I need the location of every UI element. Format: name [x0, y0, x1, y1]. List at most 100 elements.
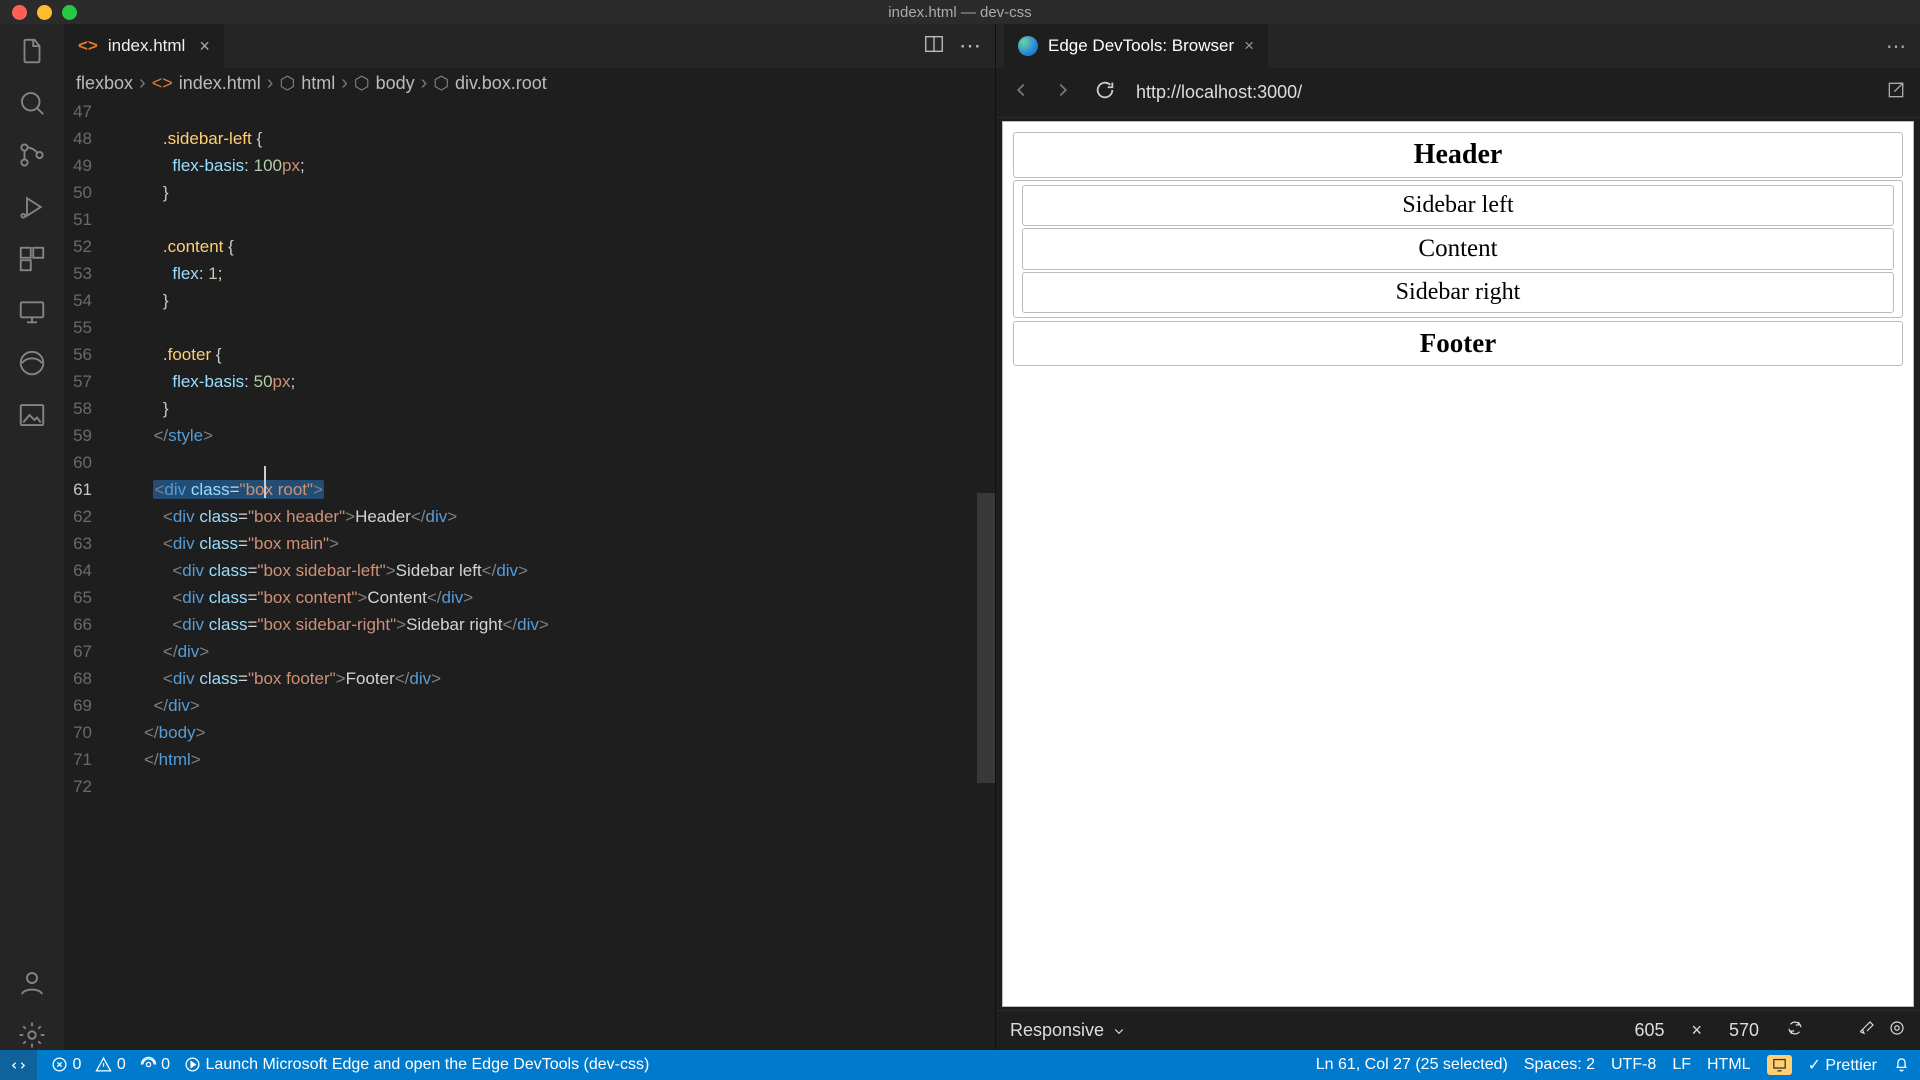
eol[interactable]: LF — [1672, 1056, 1691, 1074]
nav-forward-icon[interactable] — [1052, 79, 1074, 106]
close-devtools-tab-icon[interactable]: × — [1244, 36, 1254, 56]
viewport-height[interactable]: 570 — [1714, 1020, 1774, 1041]
code-editor[interactable]: 47 48 .sidebar-left {49 flex-basis: 100p… — [64, 98, 995, 1050]
symbol-icon: ⬡ — [279, 73, 295, 94]
times-icon: × — [1691, 1020, 1702, 1041]
code-line[interactable]: 70</body> — [64, 719, 995, 746]
explorer-icon[interactable] — [17, 36, 47, 66]
crumb-div[interactable]: div.box.root — [455, 73, 547, 94]
url-bar[interactable]: http://localhost:3000/ — [1136, 82, 1866, 103]
screencast-icon[interactable] — [1858, 1019, 1876, 1042]
devtools-footer: Responsive 605 × 570 — [996, 1010, 1920, 1050]
devtools-tab-title: Edge DevTools: Browser — [1048, 36, 1234, 56]
preview-sidebar-left: Sidebar left — [1022, 185, 1894, 226]
code-line[interactable]: 60 — [64, 449, 995, 476]
code-line[interactable]: 49 flex-basis: 100px; — [64, 152, 995, 179]
image-preview-icon[interactable] — [17, 400, 47, 430]
crumb-body[interactable]: body — [376, 73, 415, 94]
accounts-icon[interactable] — [17, 968, 47, 998]
code-line[interactable]: 48 .sidebar-left { — [64, 125, 995, 152]
code-line[interactable]: 64 <div class="box sidebar-left">Sidebar… — [64, 557, 995, 584]
preview-sidebar-right: Sidebar right — [1022, 272, 1894, 313]
more-actions-icon[interactable]: ⋯ — [959, 33, 981, 59]
code-line[interactable]: 53 flex: 1; — [64, 260, 995, 287]
code-line[interactable]: 67 </div> — [64, 638, 995, 665]
editor-group: <> index.html × ⋯ flexbox <> index.html … — [64, 24, 996, 1050]
code-line[interactable]: 66 <div class="box sidebar-right">Sideba… — [64, 611, 995, 638]
html-file-icon: <> — [152, 73, 173, 94]
close-tab-icon[interactable]: × — [199, 36, 210, 57]
nav-back-icon[interactable] — [1010, 79, 1032, 106]
window-titlebar: index.html — dev-css — [0, 0, 1920, 24]
remote-explorer-icon[interactable] — [17, 296, 47, 326]
reload-icon[interactable] — [1094, 79, 1116, 106]
code-line[interactable]: 63 <div class="box main"> — [64, 530, 995, 557]
code-line[interactable]: 59 </style> — [64, 422, 995, 449]
code-line[interactable]: 65 <div class="box content">Content</div… — [64, 584, 995, 611]
extensions-icon[interactable] — [17, 244, 47, 274]
code-line[interactable]: 61 <div class="box root"> — [64, 476, 995, 503]
device-select[interactable]: Responsive — [1010, 1020, 1128, 1041]
code-line[interactable]: 69 </div> — [64, 692, 995, 719]
crumb-html[interactable]: html — [301, 73, 335, 94]
preview-footer: Footer — [1013, 321, 1903, 366]
activity-bar — [0, 24, 64, 1050]
code-line[interactable]: 54 } — [64, 287, 995, 314]
notifications-icon[interactable] — [1893, 1056, 1910, 1074]
preview-header: Header — [1013, 132, 1903, 178]
devtools-navbar: http://localhost:3000/ — [996, 68, 1920, 118]
editor-tabs: <> index.html × ⋯ — [64, 24, 995, 68]
status-bar: 0 0 0 Launch Microsoft Edge and open the… — [0, 1050, 1920, 1080]
remote-indicator[interactable] — [0, 1050, 37, 1080]
errors-count[interactable]: 0 — [51, 1056, 81, 1074]
minimize-window-icon[interactable] — [37, 5, 52, 20]
devtools-panel: Edge DevTools: Browser × ⋯ http://localh… — [996, 24, 1920, 1050]
inspect-icon[interactable] — [1888, 1019, 1906, 1042]
tab-index-html[interactable]: <> index.html × — [64, 24, 225, 68]
indentation[interactable]: Spaces: 2 — [1524, 1056, 1595, 1074]
devtools-more-icon[interactable]: ⋯ — [1886, 34, 1912, 59]
ports-count[interactable]: 0 — [140, 1056, 170, 1074]
crumb-file[interactable]: index.html — [179, 73, 261, 94]
code-line[interactable]: 72 — [64, 773, 995, 800]
code-line[interactable]: 71</html> — [64, 746, 995, 773]
search-icon[interactable] — [17, 88, 47, 118]
open-external-icon[interactable] — [1886, 80, 1906, 105]
code-line[interactable]: 57 flex-basis: 50px; — [64, 368, 995, 395]
preview-content: Content — [1022, 228, 1894, 270]
screencast-status-icon[interactable] — [1767, 1055, 1792, 1075]
source-control-icon[interactable] — [17, 140, 47, 170]
traffic-lights — [12, 5, 77, 20]
browser-viewport[interactable]: Header Sidebar left Content Sidebar righ… — [1002, 121, 1914, 1007]
code-line[interactable]: 50 } — [64, 179, 995, 206]
encoding[interactable]: UTF-8 — [1611, 1056, 1656, 1074]
run-debug-icon[interactable] — [17, 192, 47, 222]
warnings-count[interactable]: 0 — [95, 1056, 125, 1074]
language-mode[interactable]: HTML — [1707, 1056, 1751, 1074]
html-file-icon: <> — [78, 36, 98, 56]
code-line[interactable]: 62 <div class="box header">Header</div> — [64, 503, 995, 530]
close-window-icon[interactable] — [12, 5, 27, 20]
code-line[interactable]: 68 <div class="box footer">Footer</div> — [64, 665, 995, 692]
rotate-icon[interactable] — [1786, 1019, 1804, 1042]
breadcrumbs[interactable]: flexbox <> index.html ⬡ html ⬡ body ⬡ di… — [64, 68, 995, 98]
cursor-position[interactable]: Ln 61, Col 27 (25 selected) — [1316, 1056, 1508, 1074]
crumb-folder[interactable]: flexbox — [76, 73, 133, 94]
prettier-status[interactable]: ✓ Prettier — [1808, 1055, 1877, 1075]
code-line[interactable]: 51 — [64, 206, 995, 233]
code-line[interactable]: 55 — [64, 314, 995, 341]
launch-task[interactable]: Launch Microsoft Edge and open the Edge … — [184, 1056, 649, 1074]
code-line[interactable]: 56 .footer { — [64, 341, 995, 368]
code-line[interactable]: 47 — [64, 98, 995, 125]
maximize-window-icon[interactable] — [62, 5, 77, 20]
scrollbar-thumb[interactable] — [977, 493, 995, 783]
window-title: index.html — dev-css — [888, 4, 1031, 21]
code-line[interactable]: 52 .content { — [64, 233, 995, 260]
settings-gear-icon[interactable] — [17, 1020, 47, 1050]
edge-tools-icon[interactable] — [17, 348, 47, 378]
code-line[interactable]: 58 } — [64, 395, 995, 422]
devtools-tab[interactable]: Edge DevTools: Browser × — [1004, 24, 1268, 68]
split-editor-icon[interactable] — [923, 33, 945, 60]
edge-logo-icon — [1018, 36, 1038, 56]
viewport-width[interactable]: 605 — [1619, 1020, 1679, 1041]
